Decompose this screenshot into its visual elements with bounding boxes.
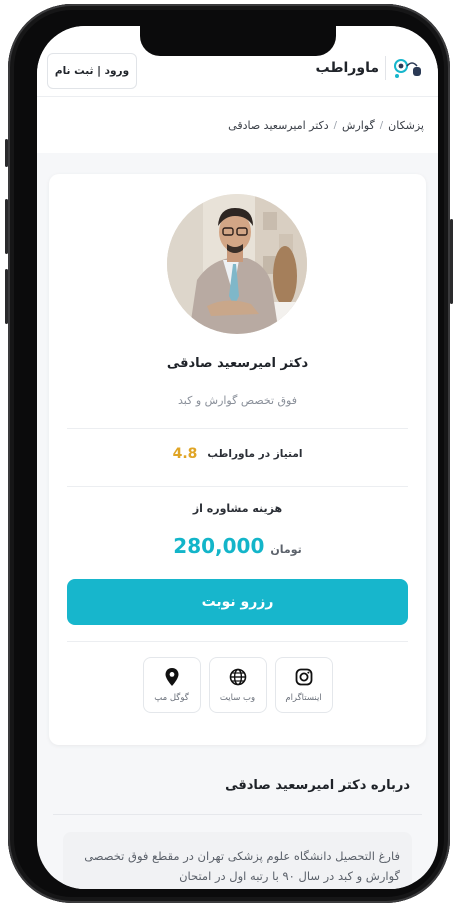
breadcrumb-separator: /: [333, 119, 338, 131]
rating-row: امتیاز در ماوراطب 4.8: [49, 446, 426, 462]
divider: [67, 641, 408, 642]
book-appointment-button[interactable]: رزرو نوبت: [67, 579, 408, 625]
mute-switch: [5, 139, 8, 167]
divider: [67, 486, 408, 487]
google-map-link[interactable]: گوگل مپ: [142, 657, 201, 713]
map-pin-icon: [162, 667, 182, 687]
instagram-label: اینستاگرام: [285, 693, 322, 703]
fee-row: تومان 280,000: [49, 534, 426, 558]
about-title: درباره دکتر امیرسعید صادقی: [225, 778, 410, 793]
brand-logo[interactable]: ماوراطب: [316, 56, 425, 80]
globe-icon: [228, 667, 248, 687]
notch: [140, 26, 336, 56]
rating-label: امتیاز در ماوراطب: [207, 448, 303, 460]
instagram-icon: [294, 667, 314, 687]
breadcrumb-item-gastro[interactable]: گوارش: [342, 119, 375, 132]
about-divider: [53, 814, 422, 815]
brand-logo-icon: [394, 59, 421, 78]
phone-frame: ماوراطب ورود | ثبت نام پزشکان / گوارش / …: [5, 4, 453, 903]
doctor-avatar: [167, 194, 307, 334]
instagram-link[interactable]: اینستاگرام: [274, 657, 333, 713]
breadcrumb: پزشکان / گوارش / دکتر امیرسعید صادقی: [37, 97, 438, 153]
fee-label: هزینه مشاوره از: [192, 502, 283, 515]
fee-amount: 280,000: [173, 534, 265, 558]
breadcrumb-item-current: دکتر امیرسعید صادقی: [228, 118, 329, 132]
breadcrumb-item-doctors[interactable]: پزشکان: [388, 119, 424, 132]
volume-up-button: [5, 199, 8, 254]
login-register-button[interactable]: ورود | ثبت نام: [47, 53, 137, 89]
website-label: وب سایت: [219, 693, 256, 703]
social-links: اینستاگرام وب سایت گوگل مپ: [49, 657, 426, 713]
logo-divider: [385, 56, 386, 80]
doctor-photo: [167, 194, 307, 334]
volume-down-button: [5, 269, 8, 324]
website-link[interactable]: وب سایت: [208, 657, 267, 713]
divider: [67, 428, 408, 429]
about-text: فارغ التحصیل دانشگاه علوم پزشکی تهران در…: [63, 832, 412, 889]
doctor-card: دکتر امیرسعید صادقی فوق تخصص گوارش و کبد…: [49, 174, 426, 745]
screen: ماوراطب ورود | ثبت نام پزشکان / گوارش / …: [37, 26, 438, 889]
fee-unit: تومان: [270, 543, 302, 556]
power-button: [450, 219, 453, 304]
doctor-specialty: فوق تخصص گوارش و کبد: [178, 394, 297, 407]
rating-value: 4.8: [172, 446, 198, 462]
google-map-label: گوگل مپ: [154, 693, 189, 703]
brand-name: ماوراطب: [315, 60, 380, 76]
doctor-name: دکتر امیرسعید صادقی: [166, 356, 309, 371]
breadcrumb-separator: /: [379, 119, 384, 131]
